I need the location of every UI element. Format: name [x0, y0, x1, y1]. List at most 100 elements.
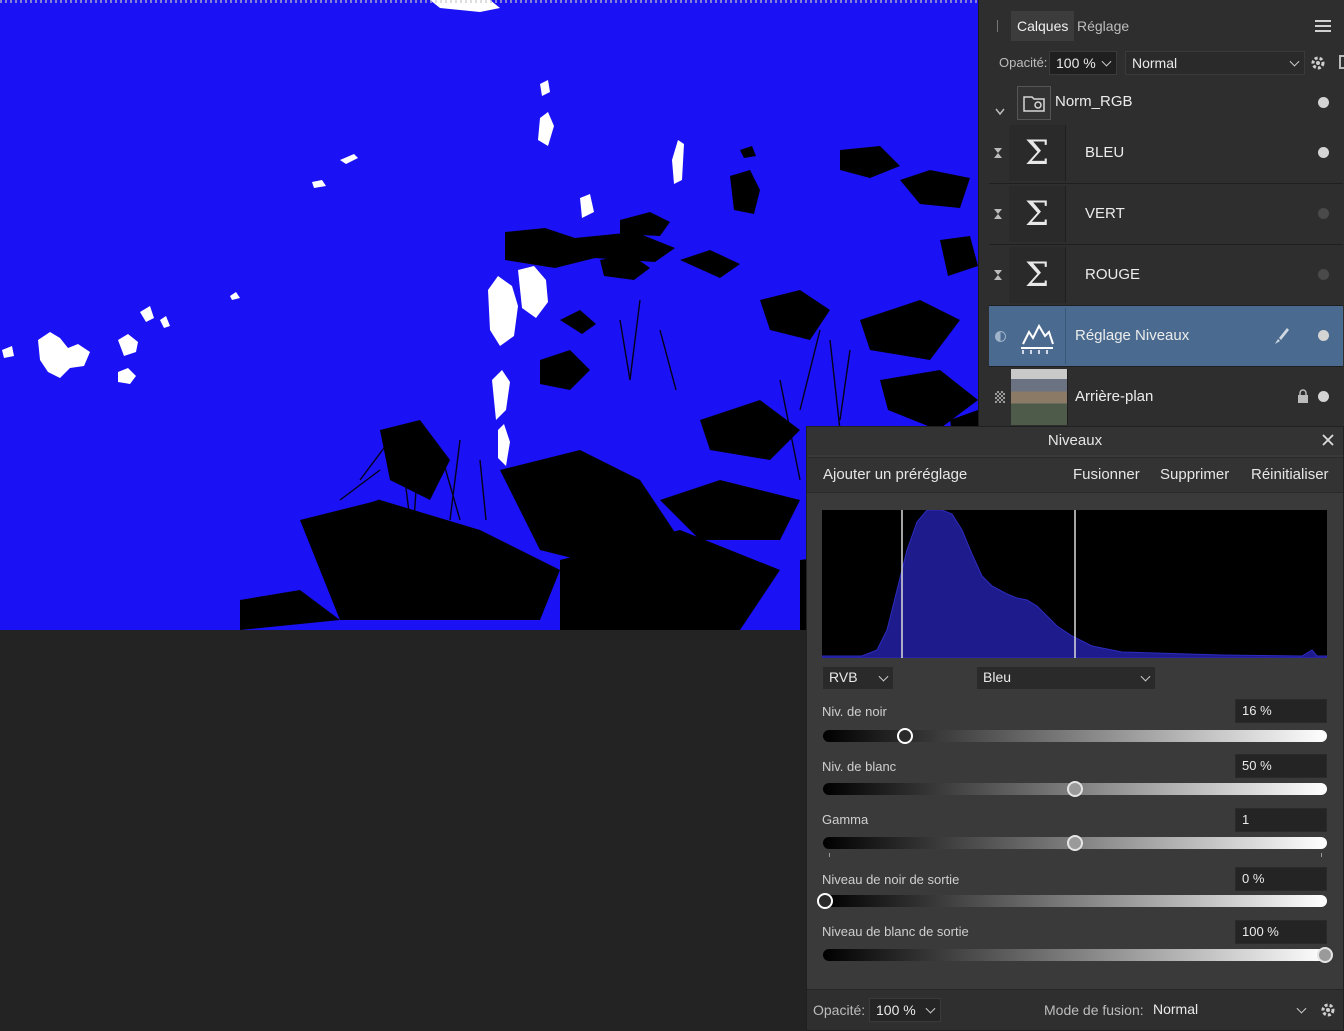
- levels-dialog: Niveaux Ajouter un préréglage Fusionner …: [806, 426, 1344, 1031]
- slider-knob[interactable]: [1067, 781, 1083, 797]
- group-folder-icon: [1017, 86, 1051, 120]
- output-white-label: Niveau de blanc de sortie: [822, 924, 969, 939]
- footer-blend-dropdown[interactable]: Normal: [1147, 998, 1311, 1022]
- histogram-graphic: [821, 509, 1328, 659]
- gear-icon[interactable]: [1309, 54, 1327, 72]
- visibility-dot-icon[interactable]: [1318, 269, 1329, 280]
- reset-button[interactable]: Réinitialiser: [1251, 458, 1329, 492]
- chevron-down-icon: [1289, 56, 1300, 67]
- visibility-dot-icon[interactable]: [1318, 97, 1329, 108]
- lock-icon[interactable]: [1339, 55, 1344, 69]
- sigma-icon: Σ: [1024, 194, 1050, 234]
- delete-button[interactable]: Supprimer: [1160, 458, 1229, 492]
- slider-knob[interactable]: [817, 893, 833, 909]
- black-level-slider[interactable]: [823, 728, 1327, 744]
- levels-icon: [1021, 323, 1054, 354]
- gamma-slider[interactable]: [823, 835, 1327, 851]
- visibility-dot-icon[interactable]: [1318, 391, 1329, 402]
- opacity-value: 100 %: [1056, 55, 1096, 71]
- layer-row-bleu[interactable]: Σ BLEU: [989, 123, 1343, 184]
- dialog-title: Niveaux: [807, 427, 1343, 455]
- chevron-down-icon: [925, 1003, 936, 1014]
- chevron-down-icon[interactable]: [995, 108, 1005, 116]
- histogram[interactable]: [821, 509, 1328, 659]
- dialog-title-text: Niveaux: [1047, 432, 1103, 449]
- dialog-footer: Opacité: 100 % Mode de fusion: Normal: [807, 989, 1343, 1030]
- lock-icon[interactable]: [1297, 389, 1309, 404]
- tab-reglage[interactable]: Réglage: [1071, 11, 1135, 41]
- gamma-input[interactable]: 1: [1235, 808, 1327, 832]
- blend-mode-dropdown[interactable]: Normal: [1125, 51, 1305, 75]
- brush-icon[interactable]: [1271, 326, 1291, 346]
- blend-mode-value: Normal: [1132, 55, 1178, 71]
- chevron-down-icon: [878, 671, 889, 682]
- output-white-input[interactable]: 100 %: [1235, 920, 1327, 944]
- white-level-slider[interactable]: [823, 781, 1327, 797]
- chevron-down-icon: [1140, 671, 1151, 682]
- output-white-slider[interactable]: [823, 947, 1333, 963]
- adjustment-clip-icon: [994, 270, 1002, 280]
- tab-calques[interactable]: Calques: [1011, 11, 1075, 41]
- chevron-down-icon: [1101, 56, 1112, 67]
- layer-name: VERT: [1085, 205, 1125, 222]
- footer-opacity-dropdown[interactable]: 100 %: [869, 998, 941, 1022]
- white-level-input[interactable]: 50 %: [1235, 754, 1327, 778]
- dialog-action-bar: Ajouter un préréglage Fusionner Supprime…: [807, 457, 1343, 493]
- formula-thumbnail: Σ: [1009, 186, 1066, 242]
- formula-thumbnail: Σ: [1009, 125, 1066, 181]
- output-black-input[interactable]: 0 %: [1235, 867, 1327, 891]
- layers-panel: Calques Réglage Opacité: 100 % Normal No…: [978, 0, 1344, 430]
- black-level-label: Niv. de noir: [822, 704, 887, 719]
- output-black-slider[interactable]: [817, 893, 1327, 909]
- channel-dropdown[interactable]: Bleu: [977, 667, 1155, 689]
- gamma-ticks: [823, 853, 1327, 857]
- panel-tabbar: Calques Réglage: [979, 8, 1344, 44]
- white-level-label: Niv. de blanc: [822, 759, 897, 774]
- sigma-icon: Σ: [1024, 255, 1050, 295]
- panel-grip-icon[interactable]: [997, 20, 998, 32]
- layer-row-rouge[interactable]: Σ ROUGE: [989, 245, 1343, 306]
- photo-thumbnail: [1011, 369, 1068, 425]
- layer-row-vert[interactable]: Σ VERT: [989, 184, 1343, 245]
- layer-opacity-row: Opacité: 100 % Normal: [979, 48, 1344, 78]
- close-icon[interactable]: [1319, 431, 1337, 449]
- sigma-icon: Σ: [1024, 133, 1050, 173]
- layer-name: Norm_RGB: [1055, 93, 1133, 110]
- levels-thumbnail: [1009, 308, 1066, 364]
- formula-thumbnail: Σ: [1009, 247, 1066, 303]
- footer-opacity-value: 100 %: [876, 1002, 916, 1018]
- opacity-label: Opacité:: [999, 55, 1048, 70]
- output-black-label: Niveau de noir de sortie: [822, 872, 960, 887]
- adjustment-clip-icon: [994, 148, 1002, 158]
- visibility-dot-icon[interactable]: [1318, 208, 1329, 219]
- mask-toggle-icon[interactable]: [995, 331, 1006, 342]
- channel-mode-value: RVB: [829, 669, 858, 685]
- adjustment-clip-icon: [994, 209, 1002, 219]
- black-level-input[interactable]: 16 %: [1235, 699, 1327, 723]
- channel-mode-dropdown[interactable]: RVB: [823, 667, 893, 689]
- gamma-label: Gamma: [822, 812, 869, 827]
- mask-checker-icon: [995, 391, 1005, 403]
- layer-name: Réglage Niveaux: [1075, 327, 1190, 344]
- canvas-ruler: [0, 0, 978, 3]
- blend-mode-label: Mode de fusion:: [1044, 1002, 1144, 1018]
- footer-opacity-label: Opacité:: [813, 1002, 866, 1018]
- channel-value: Bleu: [983, 669, 1012, 685]
- footer-blend-value: Normal: [1153, 1001, 1199, 1017]
- slider-knob[interactable]: [1317, 947, 1333, 963]
- layer-row-levels[interactable]: Réglage Niveaux: [989, 306, 1343, 367]
- visibility-dot-icon[interactable]: [1318, 147, 1329, 158]
- layer-name: ROUGE: [1085, 266, 1141, 283]
- merge-button[interactable]: Fusionner: [1073, 458, 1140, 492]
- add-preset-button[interactable]: Ajouter un préréglage: [823, 458, 967, 492]
- slider-knob[interactable]: [1067, 835, 1083, 851]
- layer-name: Arrière-plan: [1075, 388, 1154, 405]
- layer-name: BLEU: [1085, 144, 1125, 161]
- layer-row-background[interactable]: Arrière-plan: [989, 367, 1343, 428]
- panel-menu-icon[interactable]: [1315, 20, 1331, 32]
- chevron-down-icon: [1296, 1003, 1307, 1014]
- gear-icon[interactable]: [1319, 1001, 1337, 1019]
- visibility-dot-icon[interactable]: [1318, 330, 1329, 341]
- opacity-dropdown[interactable]: 100 %: [1049, 51, 1117, 75]
- slider-knob[interactable]: [897, 728, 913, 744]
